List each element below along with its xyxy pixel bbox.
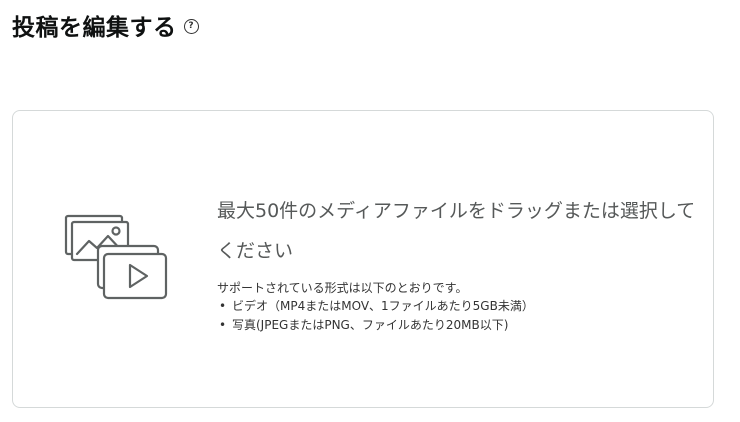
question-circle-icon[interactable]: ? [183, 18, 199, 34]
media-files-icon [64, 214, 168, 300]
page-header: 投稿を編集する ? [12, 8, 199, 42]
media-drop-zone[interactable]: 最大50件のメディアファイルをドラッグまたは選択してください サポートされている… [12, 110, 714, 408]
bullet: • [219, 318, 227, 332]
format-item-label: 写真(JPEGまたはPNG、ファイルあたり20MB以下) [232, 318, 509, 332]
upload-heading: 最大50件のメディアファイルをドラッグまたは選択してください [217, 200, 696, 262]
supported-formats-intro: サポートされている形式は以下のとおりです。 [217, 281, 468, 295]
bullet: • [219, 299, 227, 313]
page-title: 投稿を編集する [12, 15, 177, 41]
format-item-photo: • 写真(JPEGまたはPNG、ファイルあたり20MB以下) [217, 316, 709, 335]
upload-instructions: 最大50件のメディアファイルをドラッグまたは選択してください サポートされている… [217, 191, 709, 335]
format-item-video: • ビデオ（MP4またはMOV、1ファイルあたり5GB未満） [217, 297, 709, 316]
supported-formats-list: • ビデオ（MP4またはMOV、1ファイルあたり5GB未満） • 写真(JPEG… [217, 297, 709, 335]
format-item-label: ビデオ（MP4またはMOV、1ファイルあたり5GB未満） [232, 299, 534, 313]
